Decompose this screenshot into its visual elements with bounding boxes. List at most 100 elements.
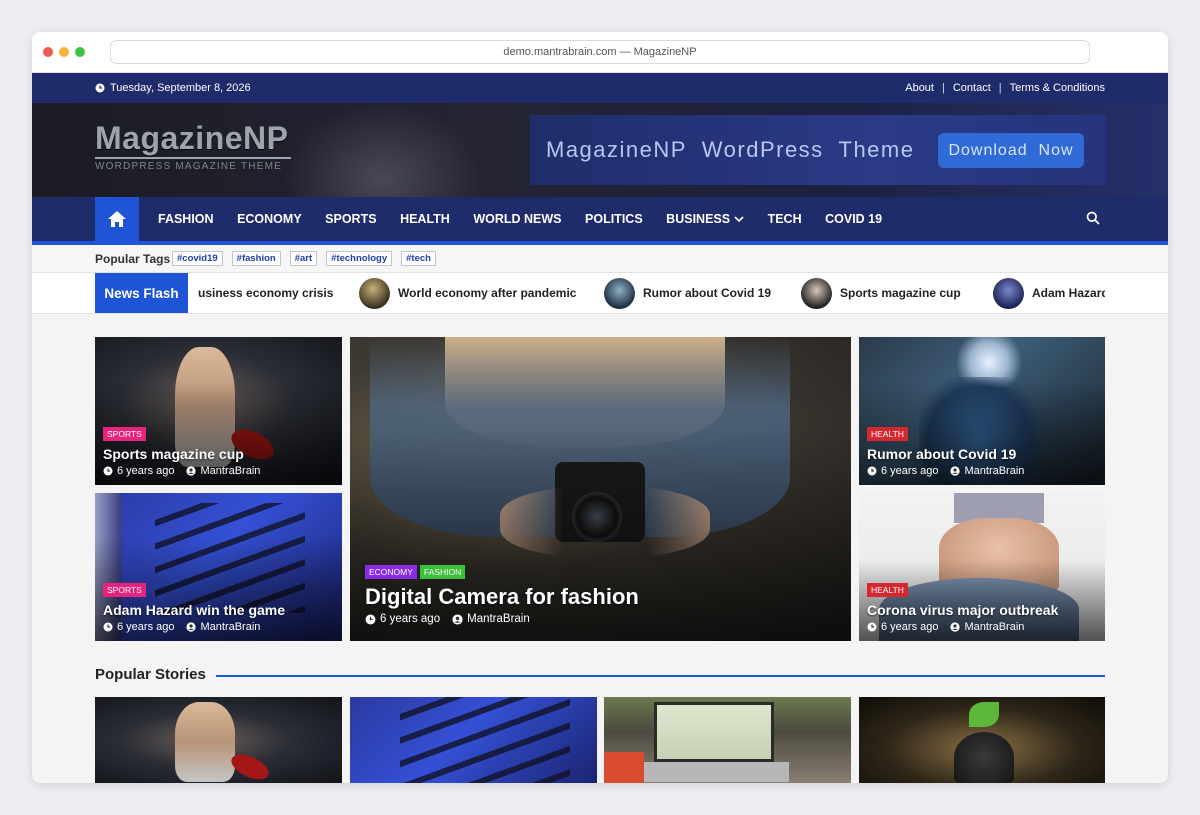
news-flash-label: News Flash	[95, 273, 188, 313]
laptop-keyboard-figure	[639, 762, 789, 782]
card-info: 6 years ago MantraBrain	[103, 465, 260, 477]
user-icon	[452, 613, 463, 625]
address-bar[interactable]: demo.mantrabrain.com — MagazineNP	[110, 40, 1090, 64]
banner-text: MagazineNP WordPress Theme	[546, 137, 915, 162]
author[interactable]: MantraBrain	[186, 621, 260, 633]
ticker-thumbnail	[359, 277, 390, 309]
time-stamp: 6 years ago	[103, 465, 174, 477]
news-flash-ticker: News Flash usiness economy crisis World …	[32, 273, 1168, 314]
section-title: Popular Stories	[95, 666, 206, 683]
nav-item-covid19[interactable]: COVID 19	[825, 212, 882, 226]
logo-tagline: WORDPRESS MAGAZINE THEME	[95, 161, 282, 172]
user-icon	[950, 622, 961, 632]
nav-item-politics[interactable]: POLITICS	[585, 212, 643, 226]
minimize-window-icon[interactable]	[59, 47, 69, 57]
category-badge-fashion[interactable]: FASHION	[419, 565, 466, 579]
ticker-item[interactable]: usiness economy crisis	[198, 273, 333, 313]
tag-list: #covid19 #fashion #art #technology #tech	[172, 251, 436, 266]
featured-grid: SPORTS Sports magazine cup 6 years ago M…	[95, 337, 1105, 641]
ticker-thumbnail	[801, 277, 832, 309]
laptop-figure	[654, 702, 774, 762]
card-title[interactable]: Adam Hazard win the game	[103, 602, 285, 618]
card-meta: HEALTH Corona virus major outbreak 6 yea…	[867, 580, 1058, 633]
nav-item-world-news[interactable]: WORLD NEWS	[473, 212, 561, 226]
nav-item-tech[interactable]: TECH	[768, 212, 802, 226]
link-separator: |	[998, 82, 1002, 94]
author[interactable]: MantraBrain	[950, 465, 1024, 477]
ticker-item[interactable]: Rumor about Covid 19	[604, 273, 771, 313]
author[interactable]: MantraBrain	[452, 613, 530, 625]
nav-item-economy[interactable]: ECONOMY	[237, 212, 302, 226]
tag-covid19[interactable]: #covid19	[172, 251, 223, 266]
home-icon	[108, 211, 126, 227]
maximize-window-icon[interactable]	[75, 47, 85, 57]
top-bar: Tuesday, September 8, 2026 About | Conta…	[32, 73, 1168, 103]
popular-stories-row	[95, 697, 1105, 783]
date-text: Tuesday, September 8, 2026	[110, 82, 251, 94]
category-badge-health[interactable]: HEALTH	[867, 427, 908, 441]
home-button[interactable]	[95, 197, 139, 241]
card-title[interactable]: Sports magazine cup	[103, 446, 260, 462]
nav-item-business[interactable]: BUSINESS	[666, 212, 744, 226]
featured-card-digital-camera[interactable]: ECONOMY FASHION Digital Camera for fashio…	[350, 337, 851, 641]
address-text: demo.mantrabrain.com — MagazineNP	[503, 46, 697, 58]
author-name: MantraBrain	[964, 465, 1025, 477]
featured-card-sports-cup[interactable]: SPORTS Sports magazine cup 6 years ago M…	[95, 337, 342, 485]
popular-card-thumbnail[interactable]	[95, 697, 342, 783]
category-badge-economy[interactable]: ECONOMY	[365, 565, 417, 579]
browser-chrome: demo.mantrabrain.com — MagazineNP	[32, 32, 1168, 73]
soil-figure	[954, 732, 1014, 783]
tag-fashion[interactable]: #fashion	[231, 251, 281, 266]
user-icon	[186, 622, 197, 632]
link-about[interactable]: About	[905, 82, 934, 94]
card-info: 6 years ago MantraBrain	[867, 465, 1024, 477]
popular-card-thumbnail[interactable]	[350, 697, 597, 783]
category-badge-health[interactable]: HEALTH	[867, 583, 908, 597]
download-now-button[interactable]: Download Now	[938, 133, 1084, 168]
author[interactable]: MantraBrain	[950, 621, 1024, 633]
ticker-item[interactable]: World economy after pandemic	[359, 273, 576, 313]
link-contact[interactable]: Contact	[953, 82, 991, 94]
ticker-item[interactable]: Adam Hazard	[993, 273, 1105, 313]
card-title[interactable]: Corona virus major outbreak	[867, 602, 1058, 618]
card-info: 6 years ago MantraBrain	[103, 621, 285, 633]
section-divider	[216, 675, 1105, 677]
site-logo[interactable]: MagazineNP WORDPRESS MAGAZINE THEME	[95, 121, 291, 172]
link-terms[interactable]: Terms & Conditions	[1010, 82, 1105, 94]
tag-art[interactable]: #art	[289, 251, 318, 266]
close-window-icon[interactable]	[43, 47, 53, 57]
nav-item-health[interactable]: HEALTH	[400, 212, 450, 226]
featured-card-corona-outbreak[interactable]: HEALTH Corona virus major outbreak 6 yea…	[859, 493, 1105, 641]
author[interactable]: MantraBrain	[186, 465, 260, 477]
user-icon	[950, 466, 961, 476]
category-badge-sports[interactable]: SPORTS	[103, 583, 146, 597]
dancers-figure	[175, 702, 235, 782]
search-icon[interactable]	[1086, 211, 1100, 225]
featured-card-covid-rumor[interactable]: HEALTH Rumor about Covid 19 6 years ago …	[859, 337, 1105, 485]
ad-banner[interactable]: MagazineNP WordPress Theme Download Now	[530, 115, 1106, 185]
popular-card-thumbnail[interactable]	[604, 697, 851, 783]
nav-item-sports[interactable]: SPORTS	[325, 212, 376, 226]
popular-tags-label: Popular Tags	[95, 252, 171, 266]
site-header: MagazineNP WORDPRESS MAGAZINE THEME Maga…	[32, 103, 1168, 197]
category-badge-sports[interactable]: SPORTS	[103, 427, 146, 441]
chevron-down-icon	[734, 215, 744, 222]
ticker-item-title: Adam Hazard	[1032, 286, 1105, 300]
card-title[interactable]: Rumor about Covid 19	[867, 446, 1024, 462]
time-text: 6 years ago	[117, 621, 175, 633]
popular-card-thumbnail[interactable]	[859, 697, 1105, 783]
nav-item-fashion[interactable]: FASHION	[158, 212, 214, 226]
tag-tech[interactable]: #tech	[401, 251, 436, 266]
time-text: 6 years ago	[881, 465, 939, 477]
time-stamp: 6 years ago	[867, 465, 938, 477]
tag-technology[interactable]: #technology	[326, 251, 393, 266]
header-background-figure	[282, 103, 482, 197]
clock-icon	[103, 466, 113, 476]
ticker-item[interactable]: Sports magazine cup	[801, 273, 961, 313]
author-name: MantraBrain	[200, 465, 261, 477]
card-title[interactable]: Digital Camera for fashion	[365, 584, 639, 610]
time-stamp: 6 years ago	[867, 621, 938, 633]
ticker-item-title: World economy after pandemic	[398, 286, 577, 300]
logo-rule	[95, 157, 291, 159]
featured-card-adam-hazard[interactable]: SPORTS Adam Hazard win the game 6 years …	[95, 493, 342, 641]
